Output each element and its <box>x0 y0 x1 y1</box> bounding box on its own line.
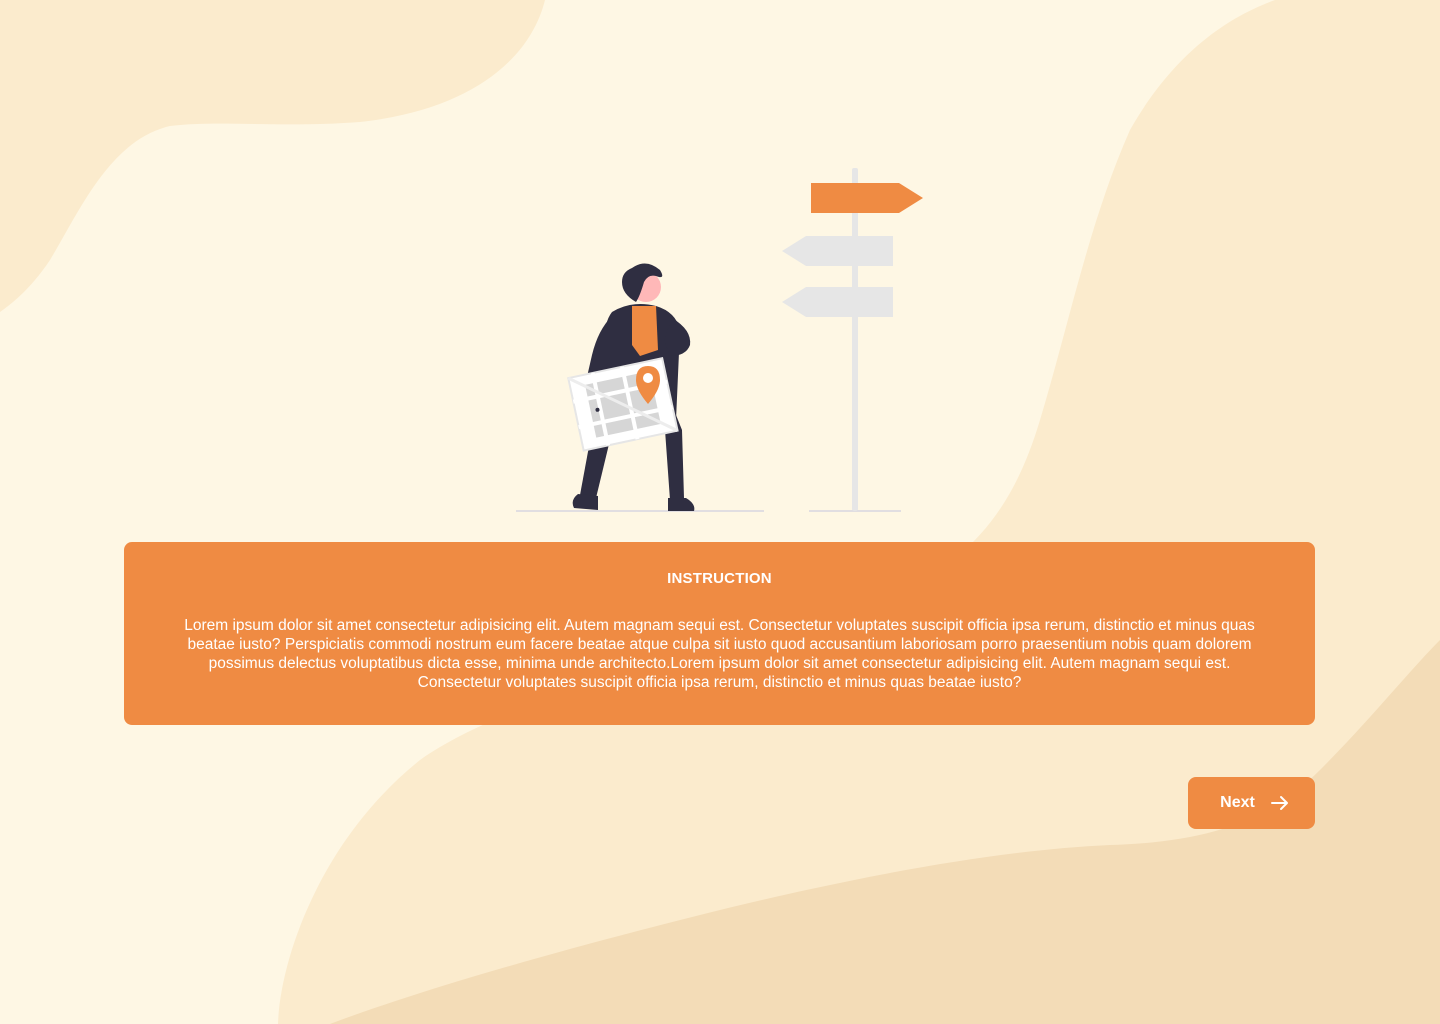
next-button-label: Next <box>1220 794 1255 811</box>
person-shoe <box>572 494 598 510</box>
top-left-blob <box>0 0 545 312</box>
sign-left <box>782 287 893 317</box>
lost-traveler-illustration <box>516 168 923 512</box>
person-shirt <box>632 306 658 356</box>
instruction-title: INSTRUCTION <box>667 570 772 587</box>
map <box>567 357 679 452</box>
sign-right <box>811 183 923 213</box>
instruction-body: Lorem ipsum dolor sit amet consectetur a… <box>184 617 1255 691</box>
sign-left <box>782 236 893 266</box>
arrow-right-icon <box>1270 796 1288 810</box>
signpost-pole <box>852 168 858 511</box>
instruction-page: INSTRUCTION Lorem ipsum dolor sit amet c… <box>0 0 1440 1024</box>
map-pin-dot <box>643 373 653 383</box>
person-shoe <box>668 498 695 511</box>
instruction-card: INSTRUCTION Lorem ipsum dolor sit amet c… <box>124 542 1315 725</box>
next-button[interactable]: Next <box>1188 777 1315 829</box>
